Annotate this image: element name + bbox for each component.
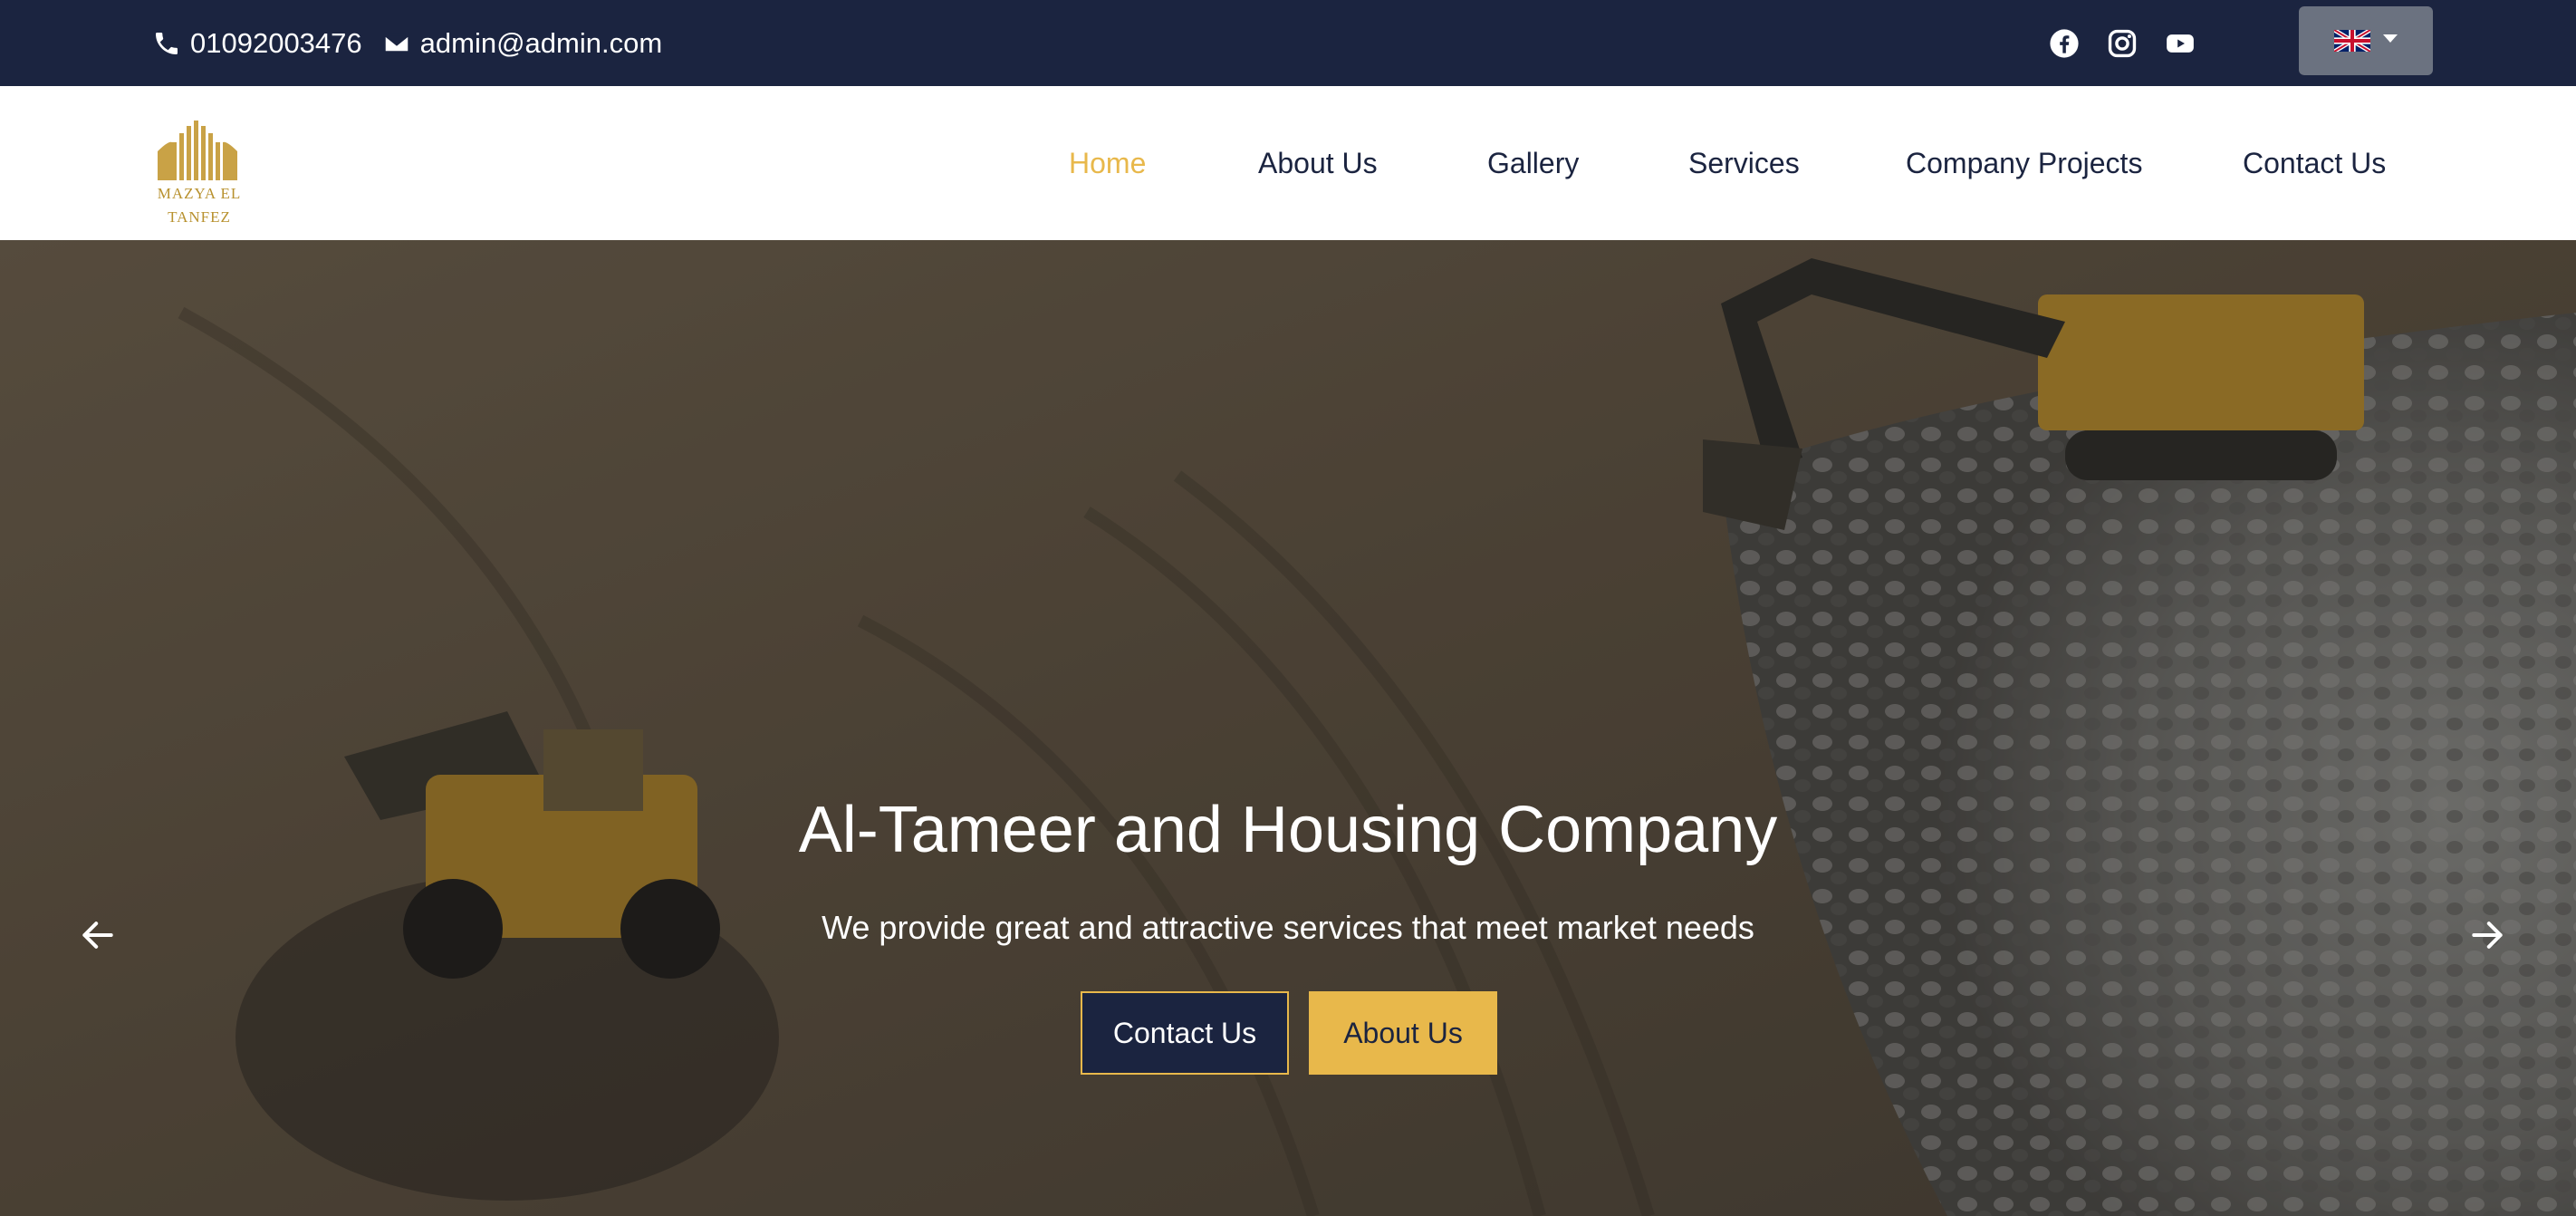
prev-slide-arrow-icon[interactable] (78, 915, 118, 955)
chevron-down-icon (2383, 34, 2398, 43)
nav-about-us[interactable]: About Us (1258, 147, 1378, 180)
logo-text-line1: MAZYA EL (157, 185, 242, 202)
envelope-icon (383, 34, 410, 53)
uk-flag-icon (2334, 30, 2370, 52)
next-slide-arrow-icon[interactable] (2467, 915, 2507, 955)
youtube-icon[interactable] (2165, 28, 2196, 59)
nav-contact-us[interactable]: Contact Us (2243, 147, 2386, 180)
logo-text-line2: TANFEZ (168, 208, 231, 226)
nav-company-projects[interactable]: Company Projects (1906, 147, 2142, 180)
contact-us-button[interactable]: Contact Us (1081, 991, 1289, 1075)
company-logo[interactable]: MAZYA EL TANFEZ (154, 121, 245, 229)
instagram-icon[interactable] (2107, 28, 2138, 59)
phone-link[interactable]: 01092003476 (152, 27, 362, 60)
contact-info: 01092003476 admin@admin.com (152, 0, 662, 86)
facebook-icon[interactable] (2049, 28, 2080, 59)
email-link[interactable]: admin@admin.com (382, 26, 663, 60)
language-dropdown[interactable] (2299, 6, 2433, 75)
email-address: admin@admin.com (419, 26, 663, 59)
hero-title: Al-Tameer and Housing Company (798, 794, 1778, 866)
phone-number: 01092003476 (190, 26, 362, 59)
main-navbar: MAZYA EL TANFEZ Home About Us Gallery Se… (0, 86, 2576, 240)
social-links (2049, 0, 2196, 86)
about-us-button[interactable]: About Us (1309, 991, 1497, 1075)
building-logo-icon (158, 121, 237, 180)
hero-slider: Al-Tameer and Housing Company We provide… (0, 240, 2576, 1216)
phone-icon (156, 32, 178, 54)
nav-gallery[interactable]: Gallery (1487, 147, 1579, 180)
hero-subtitle: We provide great and attractive services… (822, 909, 1754, 946)
nav-home[interactable]: Home (1069, 147, 1146, 180)
nav-services[interactable]: Services (1688, 147, 1800, 180)
top-bar: 01092003476 admin@admin.com (0, 0, 2576, 86)
logo-text: MAZYA EL TANFEZ (154, 182, 245, 229)
